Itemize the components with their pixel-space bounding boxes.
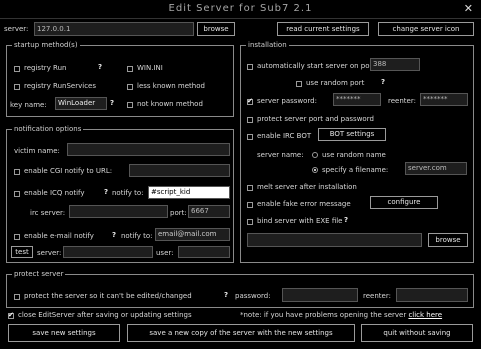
protect-port-checkbox[interactable] xyxy=(247,117,253,123)
server-port-input[interactable]: 388 xyxy=(370,58,420,71)
help-icon[interactable]: ? xyxy=(112,231,116,239)
help-icon[interactable]: ? xyxy=(98,63,102,71)
random-name-radio[interactable] xyxy=(312,152,318,158)
melt-server-label: melt server after installation xyxy=(257,183,357,191)
help-icon[interactable]: ? xyxy=(381,78,385,86)
protect-reenter-input[interactable] xyxy=(396,288,468,302)
victim-name-label: victim name: xyxy=(14,147,60,155)
read-settings-button[interactable]: read current settings xyxy=(277,22,369,36)
email-notify-label: enable e-mail notify xyxy=(24,232,94,240)
close-after-save-checkbox[interactable] xyxy=(8,311,14,319)
cgi-notify-checkbox[interactable] xyxy=(14,169,20,175)
irc-bot-label: enable IRC BOT xyxy=(257,132,312,140)
cgi-notify-label: enable CGI notify to URL: xyxy=(24,167,113,175)
protect-password-label: password: xyxy=(235,292,271,300)
random-name-label: use random name xyxy=(322,151,386,159)
email-notify-to-label: notify to: xyxy=(121,232,153,240)
protect-port-label: protect server port and password xyxy=(257,115,374,123)
test-email-button[interactable]: test xyxy=(11,246,33,258)
key-name-label: key name: xyxy=(10,101,47,109)
icq-notify-input[interactable]: #script_kid xyxy=(148,186,230,199)
help-icon[interactable]: ? xyxy=(110,99,114,107)
registry-runservices-label: registry RunServices xyxy=(24,82,96,90)
title-bar: Edit Server for Sub7 2.1 ✕ xyxy=(0,0,481,19)
installation-legend: installation xyxy=(246,41,289,49)
protect-reenter-label: reenter: xyxy=(363,292,391,300)
server-name-label: server name: xyxy=(257,151,304,159)
quit-without-saving-button[interactable]: quit without saving xyxy=(361,324,473,342)
bind-exe-path-input[interactable] xyxy=(247,233,422,247)
protect-password-input[interactable] xyxy=(282,288,358,302)
win-ini-checkbox[interactable] xyxy=(127,66,133,72)
smtp-user-input[interactable] xyxy=(178,246,230,258)
icq-notify-checkbox[interactable] xyxy=(14,191,20,197)
server-password-checkbox[interactable] xyxy=(247,97,253,105)
icq-notify-label: enable ICQ notify xyxy=(24,189,85,197)
browse-exe-button[interactable]: browse xyxy=(428,233,468,247)
reenter-password-label: reenter: xyxy=(388,97,416,105)
help-icon[interactable]: ? xyxy=(224,291,228,299)
email-notify-checkbox[interactable] xyxy=(14,234,20,240)
reenter-password-input[interactable]: ******* xyxy=(420,93,468,106)
help-icon[interactable]: ? xyxy=(344,216,348,224)
icq-notify-to-label: notify to: xyxy=(112,189,144,197)
server-filename-input[interactable]: server.com xyxy=(405,162,467,175)
victim-name-input[interactable] xyxy=(67,143,230,156)
irc-server-label: irc server: xyxy=(30,209,66,217)
email-notify-input[interactable]: email@mail.com xyxy=(155,228,230,241)
irc-server-input[interactable] xyxy=(69,205,168,218)
registry-run-checkbox[interactable] xyxy=(14,66,20,72)
bot-settings-button[interactable]: BOT settings xyxy=(318,128,386,141)
irc-bot-checkbox[interactable] xyxy=(247,134,253,140)
bind-exe-checkbox[interactable] xyxy=(247,219,253,225)
server-label: server: xyxy=(4,25,29,33)
irc-port-label: port: xyxy=(170,209,187,217)
close-after-save-label: close EditServer after saving or updatin… xyxy=(18,311,192,319)
browse-server-button[interactable]: browse xyxy=(197,22,235,36)
note-label: *note: if you have problems opening the … xyxy=(240,311,407,319)
protect-legend: protect server xyxy=(12,270,66,278)
specify-filename-radio[interactable] xyxy=(312,167,318,173)
registry-runservices-checkbox[interactable] xyxy=(14,84,20,90)
startup-legend: startup method(s) xyxy=(12,41,80,49)
help-icon[interactable]: ? xyxy=(104,188,108,196)
smtp-user-label: user: xyxy=(156,249,174,257)
close-icon[interactable]: ✕ xyxy=(464,2,473,15)
bind-exe-label: bind server with EXE file xyxy=(257,217,343,225)
protect-server-label: protect the server so it can't be edited… xyxy=(24,292,192,300)
server-password-input[interactable]: ******* xyxy=(333,93,381,106)
specify-filename-label: specify a filename: xyxy=(322,166,389,174)
registry-run-label: registry Run xyxy=(24,64,67,72)
configure-error-button[interactable]: configure xyxy=(370,196,438,209)
random-port-checkbox[interactable] xyxy=(296,81,302,87)
server-address-input[interactable]: 127.0.0.1 xyxy=(34,22,194,36)
save-copy-button[interactable]: save a new copy of the server with the n… xyxy=(127,324,355,342)
less-known-checkbox[interactable] xyxy=(127,84,133,90)
save-new-settings-button[interactable]: save new settings xyxy=(8,324,120,342)
melt-server-checkbox[interactable] xyxy=(247,185,253,191)
less-known-label: less known method xyxy=(137,82,205,90)
win-ini-label: WIN.INI xyxy=(137,64,163,72)
server-password-label: server password: xyxy=(257,97,317,105)
window-title: Edit Server for Sub7 2.1 xyxy=(168,3,313,14)
note-text: *note: if you have problems opening the … xyxy=(240,311,442,319)
auto-start-checkbox[interactable] xyxy=(247,64,253,70)
not-known-checkbox[interactable] xyxy=(127,102,133,108)
irc-port-input[interactable]: 6667 xyxy=(188,205,230,218)
random-port-label: use random port xyxy=(306,79,365,87)
fake-error-label: enable fake error message xyxy=(257,200,351,208)
smtp-server-input[interactable] xyxy=(63,246,153,258)
notification-legend: notification options xyxy=(12,125,84,133)
change-icon-button[interactable]: change server icon xyxy=(378,22,474,36)
protect-server-checkbox[interactable] xyxy=(14,294,20,300)
key-name-input[interactable]: WinLoader xyxy=(55,97,107,110)
fake-error-checkbox[interactable] xyxy=(247,202,253,208)
auto-start-label: automatically start server on port: xyxy=(257,62,378,70)
smtp-server-label: server: xyxy=(37,249,62,257)
cgi-url-input[interactable] xyxy=(129,164,230,177)
not-known-label: not known method xyxy=(137,100,203,108)
click-here-link[interactable]: click here xyxy=(408,311,442,319)
